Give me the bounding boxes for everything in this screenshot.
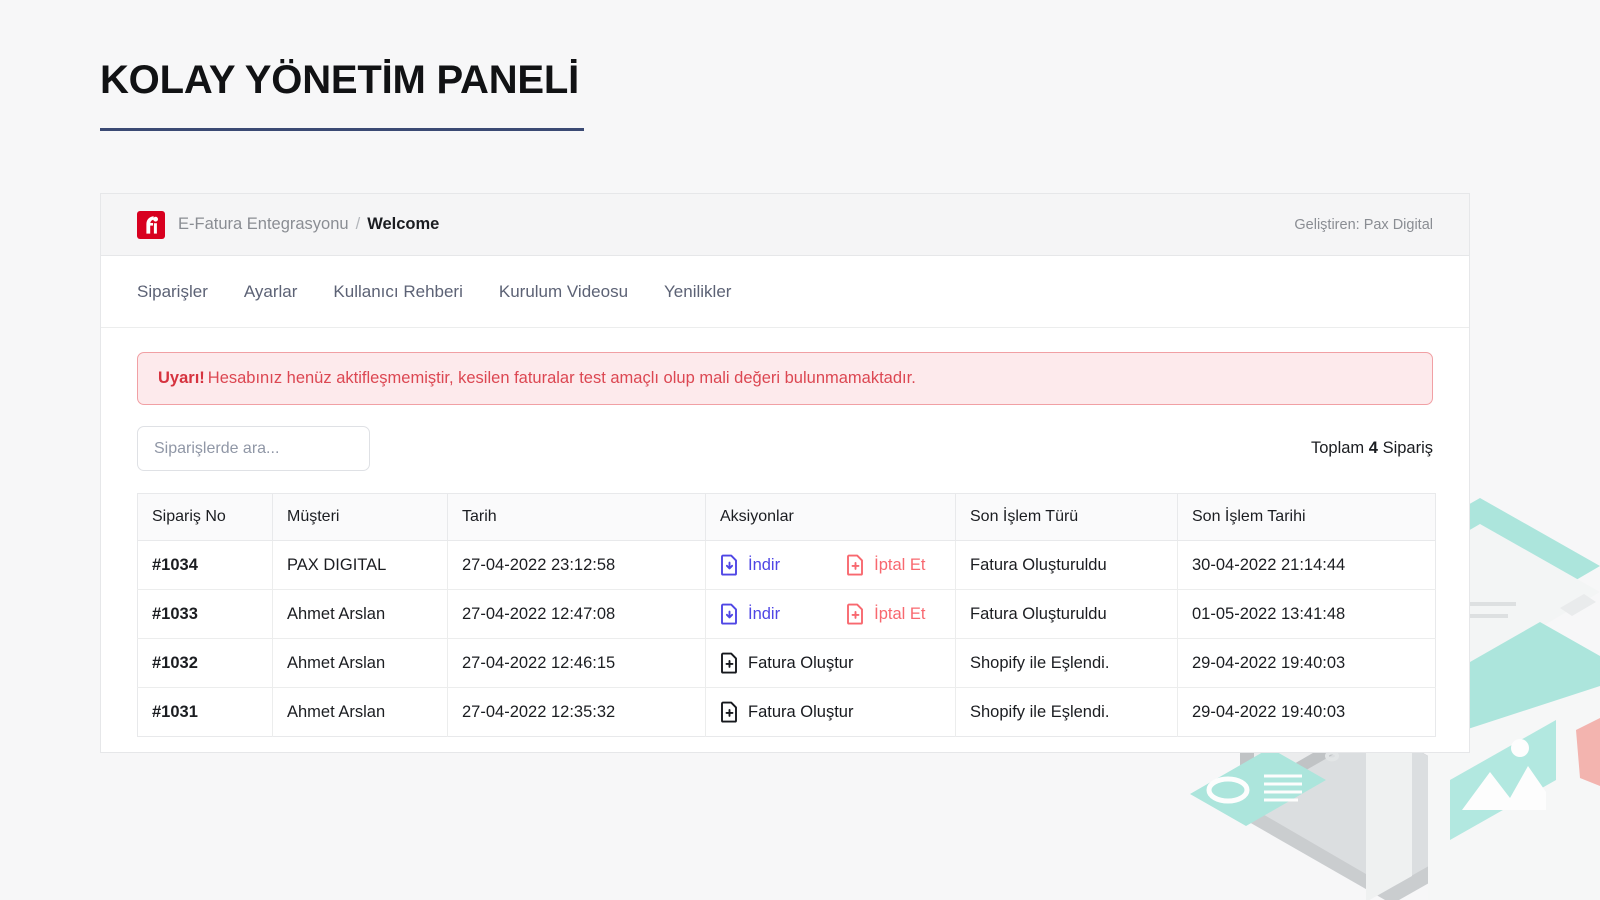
order-total-number: 4 <box>1369 439 1378 457</box>
tab-kurulum-videosu[interactable]: Kurulum Videosu <box>499 282 628 302</box>
col-header-last-action-date[interactable]: Son İşlem Tarihi <box>1178 494 1436 541</box>
cell-actions: Fatura Oluştur <box>706 688 956 737</box>
developer-credit: Geliştiren: Pax Digital <box>1294 217 1433 233</box>
orders-table: Sipariş No Müşteri Tarih Aksiyonlar Son … <box>137 493 1436 737</box>
file-plus-icon <box>720 652 739 674</box>
alert-message: Hesabınız henüz aktifleşmemiştir, kesile… <box>208 369 916 387</box>
file-download-icon <box>720 603 739 625</box>
cell-last-action-type: Shopify ile Eşlendi. <box>956 688 1178 737</box>
cancel-invoice-button[interactable]: İptal Et <box>846 554 925 576</box>
table-row: #1031Ahmet Arslan27-04-2022 12:35:32 Fatu… <box>138 688 1436 737</box>
table-row: #1034PAX DIGITAL27-04-2022 23:12:58 İndir… <box>138 541 1436 590</box>
cell-last-action-date: 30-04-2022 21:14:44 <box>1178 541 1436 590</box>
action-label: Fatura Oluştur <box>748 703 853 722</box>
page-title: KOLAY YÖNETİM PANELİ <box>100 58 584 102</box>
order-total-prefix: Toplam <box>1311 439 1364 457</box>
table-header-row: Sipariş No Müşteri Tarih Aksiyonlar Son … <box>138 494 1436 541</box>
cell-last-action-type: Fatura Oluşturuldu <box>956 590 1178 639</box>
tab-siparisler[interactable]: Siparişler <box>137 282 208 302</box>
alert-region: Uyarı!Hesabınız henüz aktifleşmemiştir, … <box>101 328 1469 405</box>
cell-date: 27-04-2022 12:35:32 <box>448 688 706 737</box>
fi-logo-icon <box>137 211 165 239</box>
action-label: Fatura Oluştur <box>748 654 853 673</box>
orders-table-wrap: Sipariş No Müşteri Tarih Aksiyonlar Son … <box>101 471 1469 737</box>
search-input[interactable] <box>137 426 370 471</box>
actions-group: İndir İptal Et <box>720 554 941 576</box>
cell-last-action-date: 29-04-2022 19:40:03 <box>1178 639 1436 688</box>
actions-group: Fatura Oluştur <box>720 652 941 674</box>
col-header-last-action-type[interactable]: Son İşlem Türü <box>956 494 1178 541</box>
action-label: İptal Et <box>874 556 925 575</box>
table-row: #1033Ahmet Arslan27-04-2022 12:47:08 İndi… <box>138 590 1436 639</box>
cell-actions: İndir İptal Et <box>706 541 956 590</box>
breadcrumb-separator: / <box>356 215 361 234</box>
create-invoice-button[interactable]: Fatura Oluştur <box>720 701 853 723</box>
cell-order-no: #1034 <box>138 541 273 590</box>
cell-last-action-date: 01-05-2022 13:41:48 <box>1178 590 1436 639</box>
cell-date: 27-04-2022 23:12:58 <box>448 541 706 590</box>
order-total-suffix: Sipariş <box>1383 439 1433 457</box>
cell-last-action-type: Shopify ile Eşlendi. <box>956 639 1178 688</box>
cell-actions: Fatura Oluştur <box>706 639 956 688</box>
tab-yenilikler[interactable]: Yenilikler <box>664 282 731 302</box>
actions-group: İndir İptal Et <box>720 603 941 625</box>
cell-actions: İndir İptal Et <box>706 590 956 639</box>
nav-tabs: Siparişler Ayarlar Kullanıcı Rehberi Kur… <box>101 256 1469 328</box>
cell-order-no: #1032 <box>138 639 273 688</box>
col-header-order-no[interactable]: Sipariş No <box>138 494 273 541</box>
cell-date: 27-04-2022 12:47:08 <box>448 590 706 639</box>
cancel-invoice-button[interactable]: İptal Et <box>846 603 925 625</box>
download-invoice-button[interactable]: İndir <box>720 603 780 625</box>
action-label: İptal Et <box>874 605 925 624</box>
cell-last-action-date: 29-04-2022 19:40:03 <box>1178 688 1436 737</box>
title-underline-rule <box>100 128 584 131</box>
breadcrumb-current: Welcome <box>367 215 439 234</box>
cell-order-no: #1031 <box>138 688 273 737</box>
page-heading: KOLAY YÖNETİM PANELİ <box>100 58 584 131</box>
cell-date: 27-04-2022 12:46:15 <box>448 639 706 688</box>
actions-group: Fatura Oluştur <box>720 701 941 723</box>
breadcrumb-root[interactable]: E-Fatura Entegrasyonu <box>178 215 349 234</box>
table-toolbar: Toplam 4 Sipariş <box>101 405 1469 471</box>
cell-last-action-type: Fatura Oluşturuldu <box>956 541 1178 590</box>
file-plus-icon <box>720 701 739 723</box>
action-label: İndir <box>748 556 780 575</box>
cell-order-no: #1033 <box>138 590 273 639</box>
file-download-icon <box>720 554 739 576</box>
alert-strong-label: Uyarı! <box>158 369 205 387</box>
order-total-count: Toplam 4 Sipariş <box>1311 439 1433 458</box>
cell-customer: PAX DIGITAL <box>273 541 448 590</box>
table-row: #1032Ahmet Arslan27-04-2022 12:46:15 Fatu… <box>138 639 1436 688</box>
tab-kullanici-rehberi[interactable]: Kullanıcı Rehberi <box>333 282 462 302</box>
file-plus-icon <box>846 554 865 576</box>
cell-customer: Ahmet Arslan <box>273 590 448 639</box>
action-label: İndir <box>748 605 780 624</box>
admin-panel: E-Fatura Entegrasyonu / Welcome Geliştir… <box>100 193 1470 753</box>
orders-tbody: #1034PAX DIGITAL27-04-2022 23:12:58 İndir… <box>138 541 1436 737</box>
cell-customer: Ahmet Arslan <box>273 688 448 737</box>
download-invoice-button[interactable]: İndir <box>720 554 780 576</box>
col-header-customer[interactable]: Müşteri <box>273 494 448 541</box>
breadcrumb-bar: E-Fatura Entegrasyonu / Welcome Geliştir… <box>101 194 1469 256</box>
col-header-date[interactable]: Tarih <box>448 494 706 541</box>
warning-alert: Uyarı!Hesabınız henüz aktifleşmemiştir, … <box>137 352 1433 405</box>
cell-customer: Ahmet Arslan <box>273 639 448 688</box>
col-header-actions[interactable]: Aksiyonlar <box>706 494 956 541</box>
file-plus-icon <box>846 603 865 625</box>
create-invoice-button[interactable]: Fatura Oluştur <box>720 652 853 674</box>
tab-ayarlar[interactable]: Ayarlar <box>244 282 298 302</box>
